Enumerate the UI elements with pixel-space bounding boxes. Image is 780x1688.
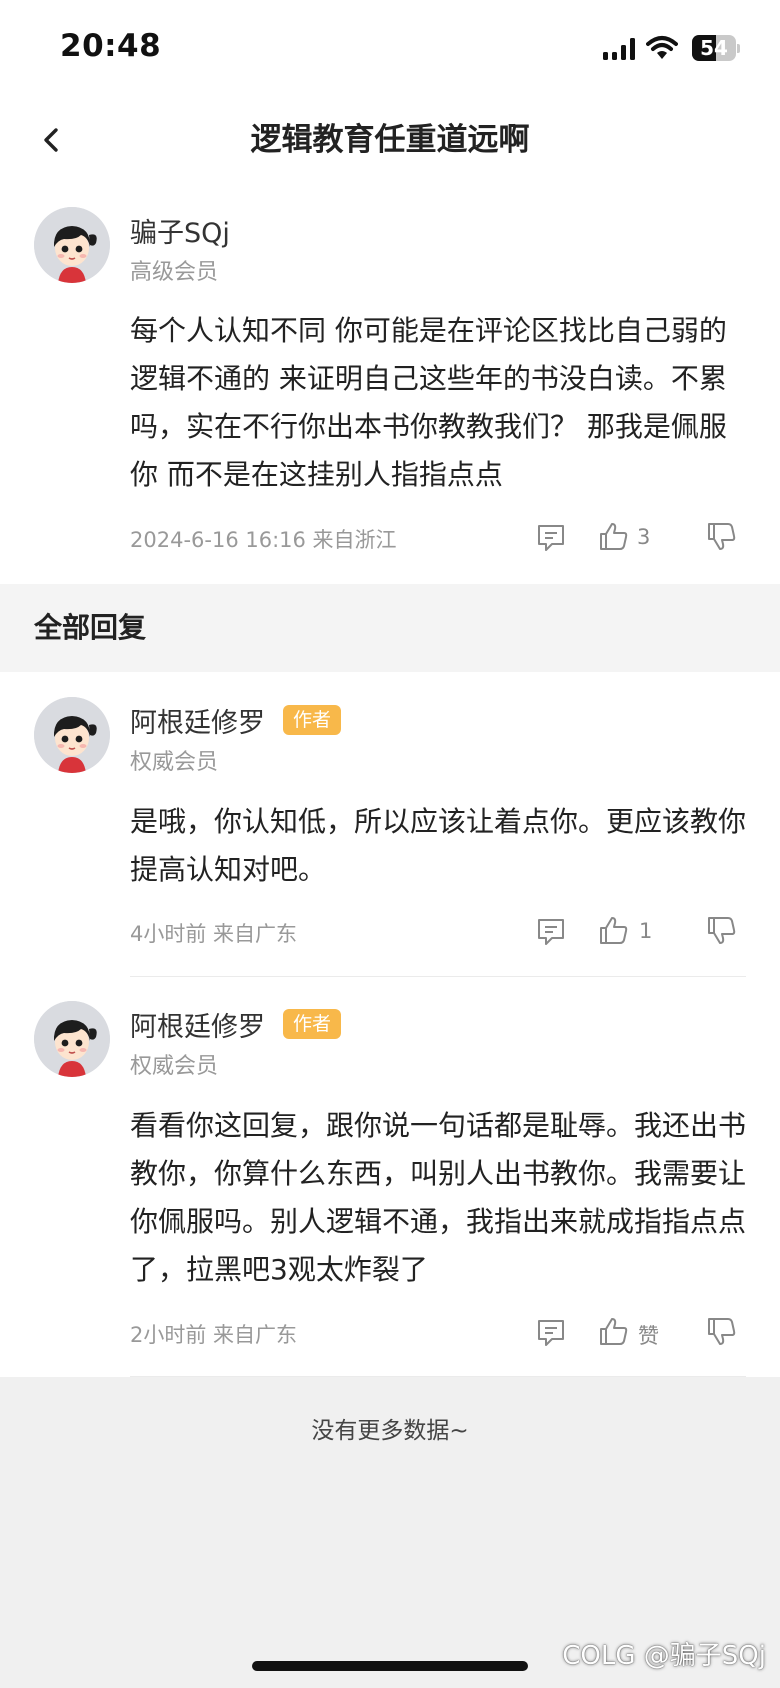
like-count: 1 (639, 919, 653, 943)
member-level: 权威会员 (130, 1054, 219, 1079)
signal-icon (603, 38, 635, 60)
avatar[interactable] (34, 1001, 110, 1077)
author-badge: 作者 (283, 705, 341, 735)
avatar[interactable] (34, 697, 110, 773)
comment-icon[interactable] (535, 916, 567, 948)
home-indicator[interactable] (252, 1661, 528, 1671)
like-count: 3 (637, 525, 651, 549)
status-bar: 20:48 54 (0, 0, 780, 96)
thumb-up-icon[interactable] (598, 914, 630, 946)
section-header: 全部回复 (0, 584, 780, 672)
section-title: 全部回复 (34, 611, 147, 644)
thumb-up-icon[interactable] (598, 520, 630, 552)
like-label[interactable]: 赞 (638, 1320, 659, 1350)
page-title: 逻辑教育任重道远啊 (250, 122, 530, 158)
username[interactable]: 阿根廷修罗 (130, 701, 265, 740)
post-content: 每个人认知不同 你可能是在评论区找比自己弱的 逻辑不通的 来证明自己这些年的书没… (130, 314, 727, 491)
comment-icon[interactable] (535, 522, 567, 554)
watermark: COLG @骗子SQj (562, 1641, 766, 1671)
status-time: 20:48 (60, 28, 162, 64)
thumb-down-icon[interactable] (706, 915, 738, 947)
thumb-down-icon[interactable] (706, 1316, 738, 1348)
reply-content: 是哦，你认知低，所以应该让着点你。更应该教你提高认知对吧。 (130, 805, 747, 886)
member-level: 高级会员 (130, 260, 219, 285)
post-meta: 2024-6-16 16:16 来自浙江 (130, 528, 397, 552)
divider (130, 976, 746, 977)
reply-content: 看看你这回复，跟你说一句话都是耻辱。我还出书教你，你算什么东西，叫别人出书教你。… (130, 1109, 747, 1286)
reply-meta: 2小时前 来自广东 (130, 1323, 298, 1347)
battery-icon: 54 (692, 35, 740, 61)
author-badge: 作者 (283, 1009, 341, 1039)
comment-icon[interactable] (535, 1317, 567, 1349)
battery-percent: 54 (700, 36, 728, 60)
member-level: 权威会员 (130, 750, 219, 775)
no-more-data: 没有更多数据~ (311, 1418, 469, 1444)
username[interactable]: 阿根廷修罗 (130, 1005, 265, 1044)
footer: 没有更多数据~ COLG @骗子SQj (0, 1377, 780, 1688)
thumb-up-icon[interactable] (598, 1315, 630, 1347)
wifi-icon (646, 36, 678, 59)
username[interactable]: 骗子SQj (130, 211, 230, 250)
nav-bar: 逻辑教育任重道远啊 (0, 96, 780, 184)
avatar[interactable] (34, 207, 110, 283)
thumb-down-icon[interactable] (706, 521, 738, 553)
reply-meta: 4小时前 来自广东 (130, 922, 298, 946)
